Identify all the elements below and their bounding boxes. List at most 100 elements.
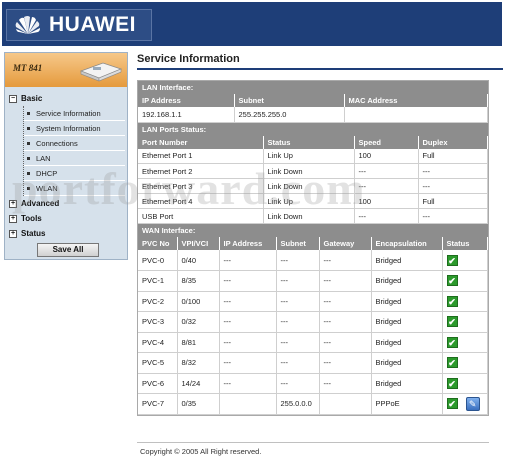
lan-subnet-cell: 255.255.255.0 <box>234 107 345 123</box>
table-row: PVC-1 8/35 --- --- --- Bridged ✔ <box>138 270 488 292</box>
sidebar-item-dhcp[interactable]: DHCP <box>24 166 125 181</box>
column-header: Speed <box>354 135 419 149</box>
lan-mac-cell <box>344 107 488 123</box>
port-cell: USB Port <box>138 208 264 224</box>
title-divider <box>137 68 503 70</box>
pvc-cell: PVC-5 <box>138 352 178 374</box>
encapsulation-cell: Bridged <box>371 373 443 394</box>
lan-interface-table: IP Address Subnet MAC Address 192.168.1.… <box>138 94 488 123</box>
device-banner: MT 841 <box>5 53 127 87</box>
speed-cell: 100 <box>354 148 419 164</box>
service-info-panel: LAN Interface: IP Address Subnet MAC Add… <box>137 80 489 416</box>
check-icon: ✔ <box>446 377 458 389</box>
pvc-cell: PVC-3 <box>138 311 178 333</box>
edit-connection-icon[interactable]: ✎ <box>465 396 480 411</box>
encapsulation-cell: Bridged <box>371 270 443 292</box>
subnet-cell: 255.0.0.0 <box>276 393 320 415</box>
status-cell: ✔ <box>442 311 488 333</box>
pvc-cell: PVC-2 <box>138 291 178 312</box>
vpi-vci-cell: 8/35 <box>177 270 220 292</box>
check-icon: ✔ <box>446 275 458 287</box>
footer-divider <box>137 442 489 443</box>
duplex-cell: Full <box>418 193 488 209</box>
ip-cell: --- <box>219 291 277 312</box>
column-header: VPI/VCI <box>177 237 220 250</box>
save-all-button[interactable]: Save All <box>37 243 99 257</box>
column-header: PVC No <box>138 237 178 250</box>
column-header: MAC Address <box>344 94 488 107</box>
speed-cell: --- <box>354 178 419 194</box>
menu-status[interactable]: + Status <box>9 226 125 241</box>
sidebar-item-service-information[interactable]: Service Information <box>24 106 125 121</box>
menu-basic[interactable]: − Basic <box>9 91 125 106</box>
expand-icon[interactable]: + <box>9 229 17 238</box>
nav-menu: − Basic Service Information System Infor… <box>9 91 125 241</box>
lan-ports-table: Port Number Status Speed Duplex Ethernet… <box>138 135 488 224</box>
lan-ip-cell: 192.168.1.1 <box>138 107 235 123</box>
status-cell: ✔ ✎ <box>442 393 488 415</box>
ip-cell: --- <box>219 270 277 292</box>
sidebar-item-connections[interactable]: Connections <box>24 136 125 151</box>
encapsulation-cell: Bridged <box>371 332 443 353</box>
speed-cell: --- <box>354 163 419 179</box>
column-header: Gateway <box>319 237 372 250</box>
table-row: Ethernet Port 2 Link Down --- --- <box>138 163 488 179</box>
expand-icon[interactable]: + <box>9 214 17 223</box>
sidebar-item-system-information[interactable]: System Information <box>24 121 125 136</box>
gateway-cell <box>319 393 372 415</box>
top-banner: HUAWEI <box>2 2 502 46</box>
table-row: PVC-7 0/35 255.0.0.0 PPPoE ✔ ✎ <box>138 393 488 415</box>
pvc-cell: PVC-1 <box>138 270 178 292</box>
speed-cell: --- <box>354 208 419 224</box>
check-icon: ✔ <box>446 357 458 369</box>
menu-status-label: Status <box>21 229 46 238</box>
expand-icon[interactable]: + <box>9 199 17 208</box>
duplex-cell: --- <box>418 178 488 194</box>
port-cell: Ethernet Port 1 <box>138 148 264 164</box>
table-row: PVC-5 8/32 --- --- --- Bridged ✔ <box>138 352 488 374</box>
encapsulation-cell: Bridged <box>371 311 443 333</box>
subnet-cell: --- <box>276 352 320 374</box>
pvc-cell: PVC-0 <box>138 250 178 271</box>
subnet-cell: --- <box>276 332 320 353</box>
ip-cell: --- <box>219 311 277 333</box>
lan-interface-heading: LAN Interface: <box>138 81 488 94</box>
wan-interface-heading: WAN Interface: <box>138 224 488 237</box>
column-header: Subnet <box>276 237 320 250</box>
ip-cell: --- <box>219 373 277 394</box>
check-icon: ✔ <box>446 295 458 307</box>
gateway-cell: --- <box>319 373 372 394</box>
check-icon: ✔ <box>446 398 458 410</box>
sidebar-item-wlan[interactable]: WLAN <box>24 181 125 196</box>
table-row: Ethernet Port 3 Link Down --- --- <box>138 178 488 194</box>
status-cell: ✔ <box>442 291 488 312</box>
brand-name: HUAWEI <box>49 13 136 36</box>
column-header: IP Address <box>138 94 235 107</box>
vpi-vci-cell: 14/24 <box>177 373 220 394</box>
column-header: Duplex <box>418 135 488 149</box>
status-cell: ✔ <box>442 373 488 394</box>
wan-interface-table: PVC No VPI/VCI IP Address Subnet Gateway… <box>138 237 488 415</box>
subnet-cell: --- <box>276 270 320 292</box>
status-cell: Link Down <box>263 208 355 224</box>
table-row: PVC-6 14/24 --- --- --- Bridged ✔ <box>138 373 488 394</box>
table-row: PVC-3 0/32 --- --- --- Bridged ✔ <box>138 311 488 333</box>
vpi-vci-cell: 0/35 <box>177 393 220 415</box>
vpi-vci-cell: 8/32 <box>177 352 220 374</box>
vpi-vci-cell: 0/40 <box>177 250 220 271</box>
menu-advanced[interactable]: + Advanced <box>9 196 125 211</box>
sidebar: MT 841 − Basic Service Information Syste… <box>4 52 128 260</box>
subnet-cell: --- <box>276 373 320 394</box>
status-cell: ✔ <box>442 270 488 292</box>
speed-cell: 100 <box>354 193 419 209</box>
basic-submenu: Service Information System Information C… <box>23 106 125 196</box>
pvc-cell: PVC-6 <box>138 373 178 394</box>
huawei-logo: HUAWEI <box>6 9 152 41</box>
collapse-icon[interactable]: − <box>9 94 17 103</box>
subnet-cell: --- <box>276 311 320 333</box>
menu-tools[interactable]: + Tools <box>9 211 125 226</box>
sidebar-item-lan[interactable]: LAN <box>24 151 125 166</box>
check-icon: ✔ <box>446 254 458 266</box>
status-cell: Link Down <box>263 178 355 194</box>
status-cell: Link Up <box>263 193 355 209</box>
